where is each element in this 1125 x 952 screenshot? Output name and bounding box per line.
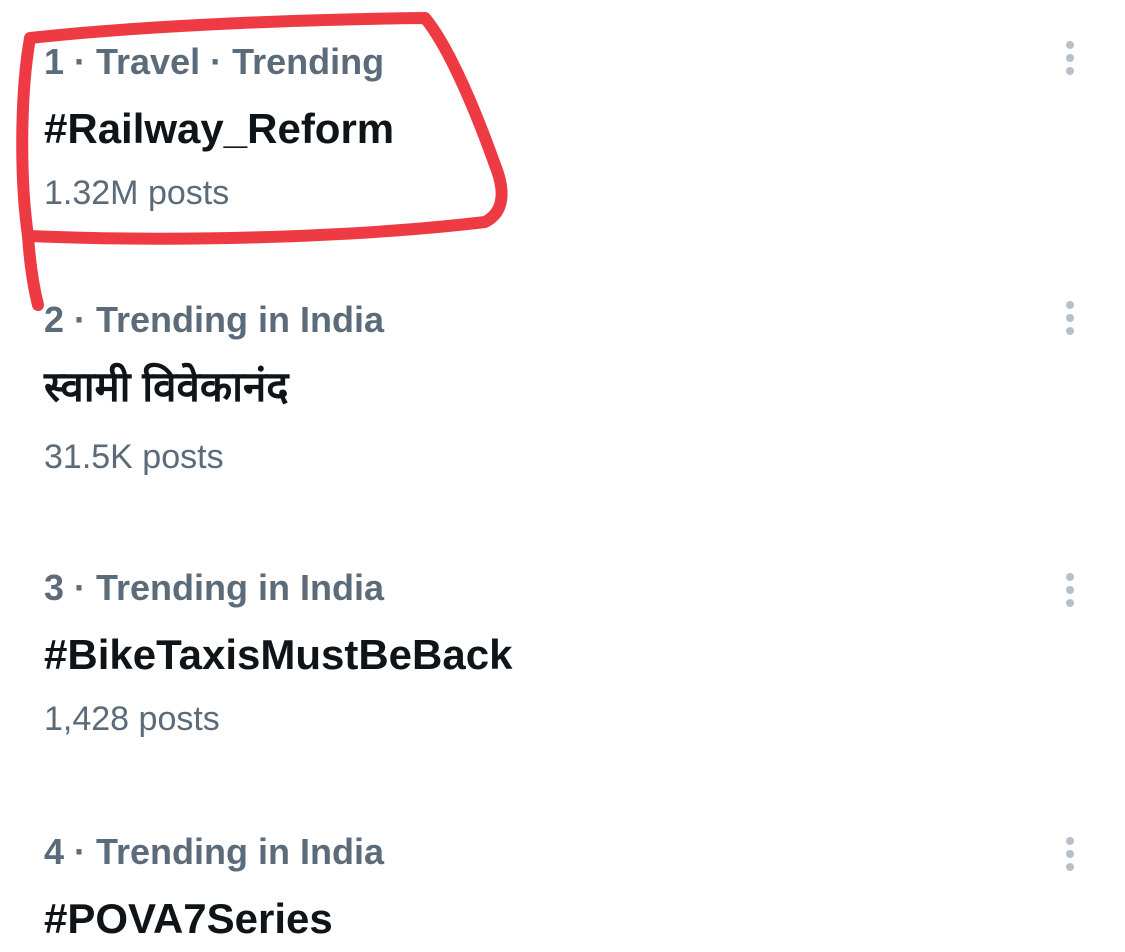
trend-post-count: 31.5K posts <box>44 438 224 476</box>
more-options-button[interactable] <box>1050 834 1090 878</box>
trend-title[interactable]: स्वामी विवेकानंद <box>44 362 289 412</box>
trend-post-count: 1.32M posts <box>44 174 230 212</box>
more-vertical-icon <box>1066 301 1074 335</box>
trend-meta: 3 · Trending in India <box>44 567 385 608</box>
trend-item-3[interactable]: 3 · Trending in India #BikeTaxisMustBeBa… <box>0 546 1125 796</box>
trend-meta: 1 · Travel · Trending <box>44 41 385 82</box>
trend-meta: 4 · Trending in India <box>44 831 385 872</box>
more-options-button[interactable] <box>1050 298 1090 342</box>
trend-title[interactable]: #BikeTaxisMustBeBack <box>44 630 512 680</box>
trend-item-1[interactable]: 1 · Travel · Trending #Railway_Reform 1.… <box>0 4 1125 254</box>
trend-title[interactable]: #POVA7Series <box>44 894 333 944</box>
more-vertical-icon <box>1066 41 1074 75</box>
trend-post-count: 1,428 posts <box>44 700 220 738</box>
trend-item-2[interactable]: 2 · Trending in India स्वामी विवेकानंद 3… <box>0 276 1125 526</box>
more-vertical-icon <box>1066 573 1074 607</box>
more-options-button[interactable] <box>1050 38 1090 82</box>
trend-item-4[interactable]: 4 · Trending in India #POVA7Series <box>0 812 1125 952</box>
trend-list: 1 · Travel · Trending #Railway_Reform 1.… <box>0 0 1125 952</box>
trend-title[interactable]: #Railway_Reform <box>44 104 394 154</box>
more-vertical-icon <box>1066 837 1074 871</box>
more-options-button[interactable] <box>1050 570 1090 614</box>
trend-meta: 2 · Trending in India <box>44 299 385 340</box>
